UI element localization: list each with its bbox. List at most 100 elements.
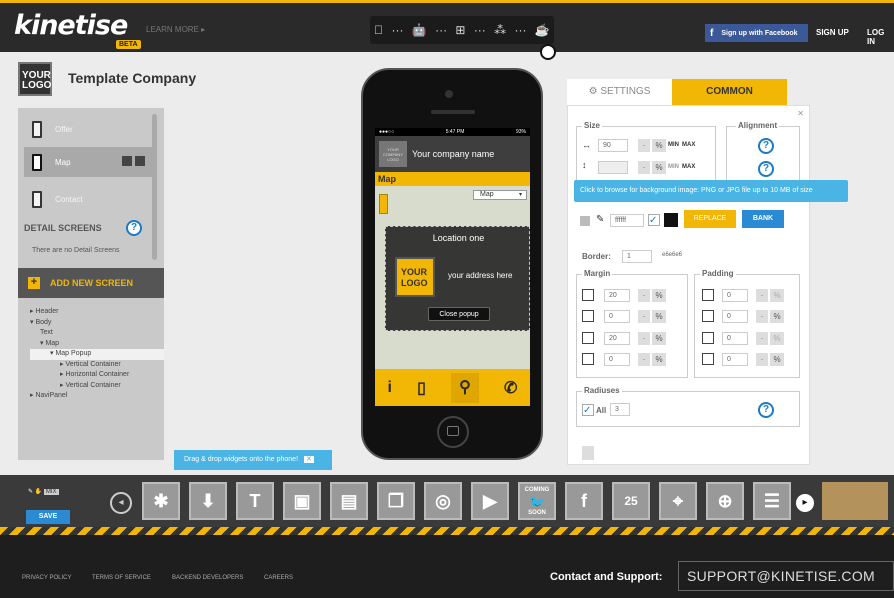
tree-item[interactable]: ▸ Header: [30, 307, 164, 318]
list-widget-icon[interactable]: ☰: [753, 482, 791, 520]
help-icon[interactable]: ?: [758, 138, 774, 154]
company-name[interactable]: Template Company: [68, 70, 196, 86]
percent-button[interactable]: %: [652, 353, 666, 366]
margin-left-input[interactable]: 0: [604, 353, 630, 366]
close-popup-button[interactable]: Close popup: [428, 307, 490, 321]
unit-toggle[interactable]: ·: [638, 139, 650, 152]
margin-top-input[interactable]: 20: [604, 289, 630, 302]
mix-toggle[interactable]: MIX: [43, 489, 59, 495]
app-header[interactable]: YOUR COMPANY LOGO Your company name: [375, 136, 530, 172]
percent-button[interactable]: %: [770, 289, 784, 302]
publish-button[interactable]: [822, 482, 888, 520]
phone-screen[interactable]: ●●●○○ 5:47 PM 93% YOUR COMPANY LOGO Your co…: [375, 128, 530, 406]
browser-widget-icon[interactable]: ⊕: [706, 482, 744, 520]
close-icon[interactable]: ✕: [797, 109, 804, 118]
page-icon[interactable]: ▯: [417, 378, 426, 398]
unit-toggle[interactable]: ·: [756, 353, 768, 366]
border-color-value[interactable]: e6e6e6: [662, 252, 682, 258]
padding-top-input[interactable]: 0: [722, 289, 748, 302]
map-popup[interactable]: Location one YOUR LOGO your address here…: [385, 226, 530, 331]
replace-button[interactable]: REPLACE: [684, 210, 736, 228]
blackberry-icon[interactable]: ⁂: [494, 23, 506, 37]
min-button[interactable]: MIN: [668, 164, 679, 170]
scroll-right-icon[interactable]: ▸: [796, 494, 814, 512]
backend-developers-link[interactable]: BACKEND DEVELOPERS: [172, 575, 243, 581]
all-radius-checkbox[interactable]: ✓: [582, 404, 594, 416]
max-button[interactable]: MAX: [682, 164, 695, 170]
unit-toggle[interactable]: ·: [756, 289, 768, 302]
add-new-screen-button[interactable]: + ADD NEW SCREEN: [18, 268, 164, 298]
learn-more-link[interactable]: LEARN MORE ▸: [146, 25, 205, 34]
percent-button[interactable]: %: [652, 289, 666, 302]
unit-toggle[interactable]: ·: [638, 289, 650, 302]
percent-button[interactable]: %: [652, 310, 666, 323]
max-button[interactable]: MAX: [682, 142, 695, 148]
tree-item[interactable]: Text: [30, 328, 164, 339]
tree-item[interactable]: ▸ Horizontal Container: [30, 370, 164, 381]
margin-bottom-input[interactable]: 20: [604, 332, 630, 345]
tools-group[interactable]: ✎ ✋ MIX: [28, 488, 72, 502]
java-icon[interactable]: ☕: [535, 23, 550, 37]
percent-button[interactable]: %: [652, 161, 666, 174]
tree-item[interactable]: ▾ Body: [30, 318, 164, 329]
close-icon[interactable]: ✕: [304, 456, 314, 463]
percent-button[interactable]: %: [652, 139, 666, 152]
border-width-input[interactable]: 1: [622, 250, 652, 263]
vertical-container-widget-icon[interactable]: ⬇: [189, 482, 227, 520]
privacy-policy-link[interactable]: PRIVACY POLICY: [22, 575, 71, 581]
windows-phone-icon[interactable]: ⊞: [455, 23, 465, 37]
tree-item[interactable]: ▾ Map: [30, 339, 164, 350]
tree-item[interactable]: ▸ Vertical Container: [30, 381, 164, 392]
rss-list-widget-icon[interactable]: ▤: [330, 482, 368, 520]
info-icon[interactable]: i: [388, 379, 392, 397]
unit-toggle[interactable]: ·: [638, 332, 650, 345]
text-widget-icon[interactable]: T: [236, 482, 274, 520]
map-widget-icon[interactable]: ⌖: [659, 482, 697, 520]
padding-bottom-input[interactable]: 0: [722, 332, 748, 345]
facebook-widget-icon[interactable]: f: [565, 482, 603, 520]
bg-color-swatch[interactable]: [664, 213, 678, 227]
min-button[interactable]: MIN: [668, 142, 679, 148]
percent-button[interactable]: %: [770, 310, 784, 323]
bg-enable-checkbox[interactable]: [580, 216, 590, 226]
unit-toggle[interactable]: ·: [638, 353, 650, 366]
screens-scrollbar[interactable]: [152, 114, 157, 260]
tab-settings[interactable]: ⚙ SETTINGS: [567, 79, 672, 105]
location-pin-icon[interactable]: ⚲: [450, 372, 479, 403]
padding-left-input[interactable]: 0: [722, 353, 748, 366]
all-radius-input[interactable]: 3: [610, 403, 630, 416]
screen-item-offer[interactable]: Offer: [24, 114, 152, 144]
twitter-widget-icon[interactable]: COMING 🐦 SOON: [518, 482, 556, 520]
height-input[interactable]: [598, 161, 628, 174]
facebook-signup-button[interactable]: f Sign up with Facebook: [705, 24, 808, 42]
terms-of-service-link[interactable]: TERMS OF SERVICE: [92, 575, 151, 581]
kinetise-logo[interactable]: kinetise: [14, 10, 128, 41]
trash-icon[interactable]: [582, 446, 594, 460]
container-widget-icon[interactable]: ✱: [142, 482, 180, 520]
audio-widget-icon[interactable]: ◎: [424, 482, 462, 520]
tree-item[interactable]: ▸ NaviPanel: [30, 391, 164, 402]
screen-item-map[interactable]: Map: [24, 147, 152, 177]
screen-title[interactable]: Map: [375, 172, 530, 186]
support-email[interactable]: SUPPORT@KINETISE.COM: [678, 561, 894, 591]
delete-icon[interactable]: [135, 156, 145, 166]
scroll-left-icon[interactable]: ◂: [110, 492, 132, 514]
help-icon[interactable]: ?: [126, 220, 142, 236]
bg-color-input[interactable]: ffffff: [610, 214, 644, 227]
pointer-icon[interactable]: ✎ ✋: [28, 489, 44, 495]
android-icon[interactable]: 🤖: [412, 23, 427, 37]
percent-button[interactable]: %: [770, 353, 784, 366]
calendar-widget-icon[interactable]: 25: [612, 482, 650, 520]
street-view-pegman-icon[interactable]: [379, 194, 388, 214]
help-icon[interactable]: ?: [758, 161, 774, 177]
padding-right-input[interactable]: 0: [722, 310, 748, 323]
phone-call-icon[interactable]: ✆: [504, 378, 517, 398]
tree-item[interactable]: ▸ Vertical Container: [30, 360, 164, 371]
rotate-icon[interactable]: [540, 44, 556, 60]
eyedropper-icon[interactable]: ✎: [596, 214, 604, 225]
image-widget-icon[interactable]: ▣: [283, 482, 321, 520]
percent-button[interactable]: %: [652, 332, 666, 345]
bg-color-checkbox[interactable]: ✓: [648, 214, 660, 226]
map-type-select[interactable]: Map ▾: [473, 190, 527, 200]
margin-right-input[interactable]: 0: [604, 310, 630, 323]
